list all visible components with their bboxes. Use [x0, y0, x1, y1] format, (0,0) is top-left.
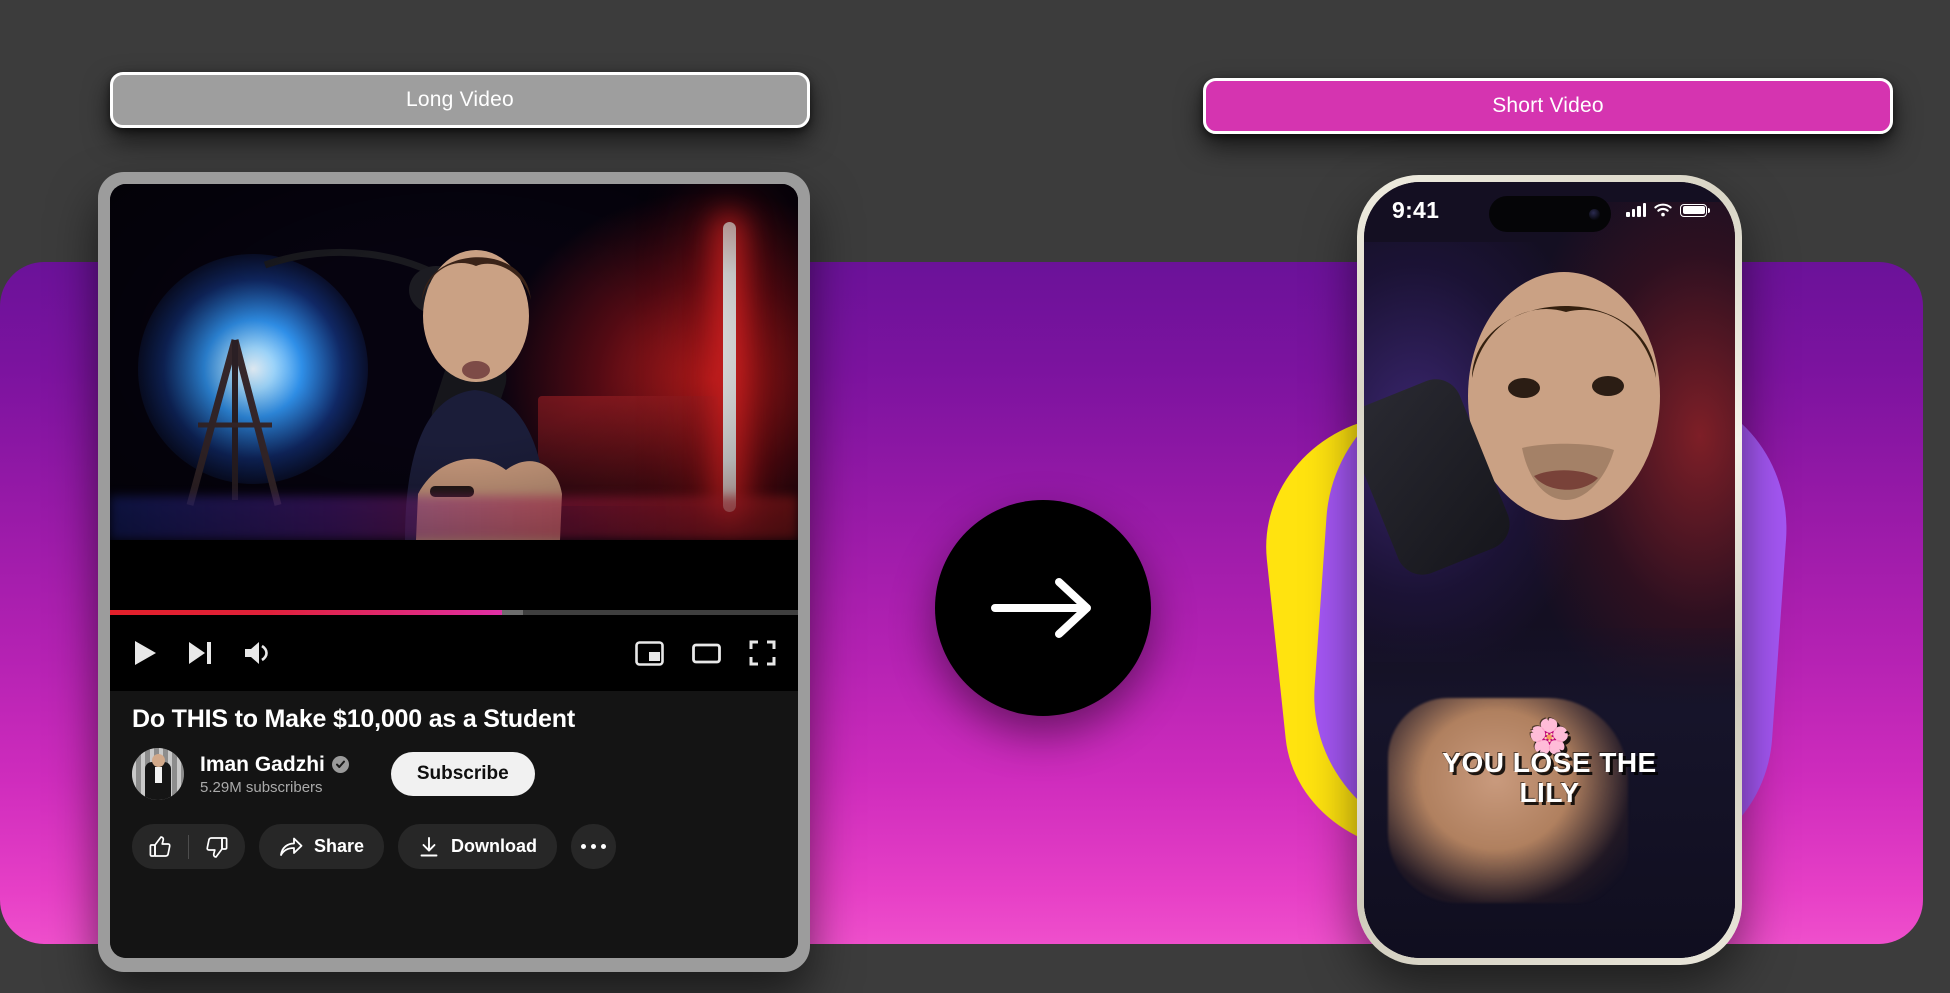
- more-horizontal-icon: [581, 844, 607, 849]
- video-progress-bar[interactable]: [110, 610, 798, 615]
- phone-screen[interactable]: 9:41 🌸 YOU LOSE THE LILY: [1364, 182, 1735, 958]
- status-indicators: [1626, 203, 1710, 217]
- channel-name[interactable]: Iman Gadzhi: [200, 753, 325, 777]
- short-video-caption: 🌸 YOU LOSE THE LILY: [1364, 720, 1735, 808]
- download-icon: [418, 836, 440, 858]
- subscribe-button[interactable]: Subscribe: [390, 752, 535, 796]
- iphone-frame: 9:41 🌸 YOU LOSE THE LILY: [1357, 175, 1742, 965]
- verified-check-icon: [331, 756, 349, 773]
- avatar[interactable]: [132, 748, 184, 800]
- share-label: Share: [314, 836, 365, 856]
- wifi-icon: [1654, 203, 1672, 217]
- avatar-shirt: [155, 767, 162, 783]
- avatar-head: [152, 754, 165, 767]
- caption-line-2: LILY: [1519, 776, 1580, 808]
- long-video-label-pill[interactable]: Long Video: [110, 72, 810, 128]
- player-letterbox-area: [110, 540, 798, 610]
- download-label: Download: [451, 836, 538, 856]
- fullscreen-icon[interactable]: [749, 640, 776, 666]
- page-title: Do THIS to Make $10,000 as a Student: [132, 705, 575, 733]
- subscriber-count: 5.29M subscribers: [200, 778, 323, 796]
- video-metadata-section: Do THIS to Make $10,000 as a Student Ima…: [110, 691, 798, 958]
- cellular-bars-icon: [1626, 203, 1646, 217]
- more-actions-button[interactable]: [571, 824, 617, 869]
- arrow-right-icon: [991, 578, 1091, 638]
- thumbnail-vignette: [110, 184, 798, 540]
- share-button[interactable]: Share: [259, 824, 385, 869]
- next-icon[interactable]: [186, 639, 214, 667]
- like-icon[interactable]: [148, 835, 172, 859]
- short-video-label-text: Short Video: [1492, 94, 1604, 117]
- dynamic-island: [1488, 196, 1611, 232]
- play-icon[interactable]: [132, 639, 158, 667]
- status-time: 9:41: [1392, 196, 1440, 223]
- video-action-row: Share Download: [132, 824, 776, 869]
- desktop-monitor-frame: Do THIS to Make $10,000 as a Student Ima…: [98, 172, 810, 972]
- screenshot-root: Long Video Short Video Do THIS to Make $…: [0, 0, 1950, 993]
- channel-name-row: Iman Gadzhi: [200, 753, 349, 777]
- picture-in-picture-icon[interactable]: [635, 640, 664, 666]
- transition-arrow-button[interactable]: [935, 500, 1151, 716]
- channel-text-block: Iman Gadzhi 5.29M subscribers: [200, 753, 349, 796]
- share-icon: [279, 836, 303, 858]
- video-played-track: [110, 610, 503, 615]
- long-video-label-text: Long Video: [406, 88, 514, 111]
- battery-full-icon: [1680, 203, 1710, 217]
- youtube-player-panel: Do THIS to Make $10,000 as a Student Ima…: [110, 184, 798, 958]
- theater-mode-icon[interactable]: [692, 641, 721, 666]
- volume-icon[interactable]: [242, 639, 272, 667]
- video-thumbnail-art[interactable]: [110, 184, 798, 540]
- channel-row: Iman Gadzhi 5.29M subscribers Subscribe: [132, 748, 776, 800]
- caption-line-1: YOU LOSE THE: [1442, 746, 1657, 778]
- dislike-icon[interactable]: [205, 835, 229, 859]
- download-button[interactable]: Download: [398, 824, 558, 869]
- short-video-label-pill[interactable]: Short Video: [1203, 78, 1893, 134]
- like-dislike-group: [132, 824, 245, 869]
- short-video-art: [1364, 182, 1735, 958]
- player-controls-bar: [110, 615, 798, 691]
- like-dislike-divider: [188, 834, 189, 859]
- front-camera-dot: [1588, 208, 1600, 220]
